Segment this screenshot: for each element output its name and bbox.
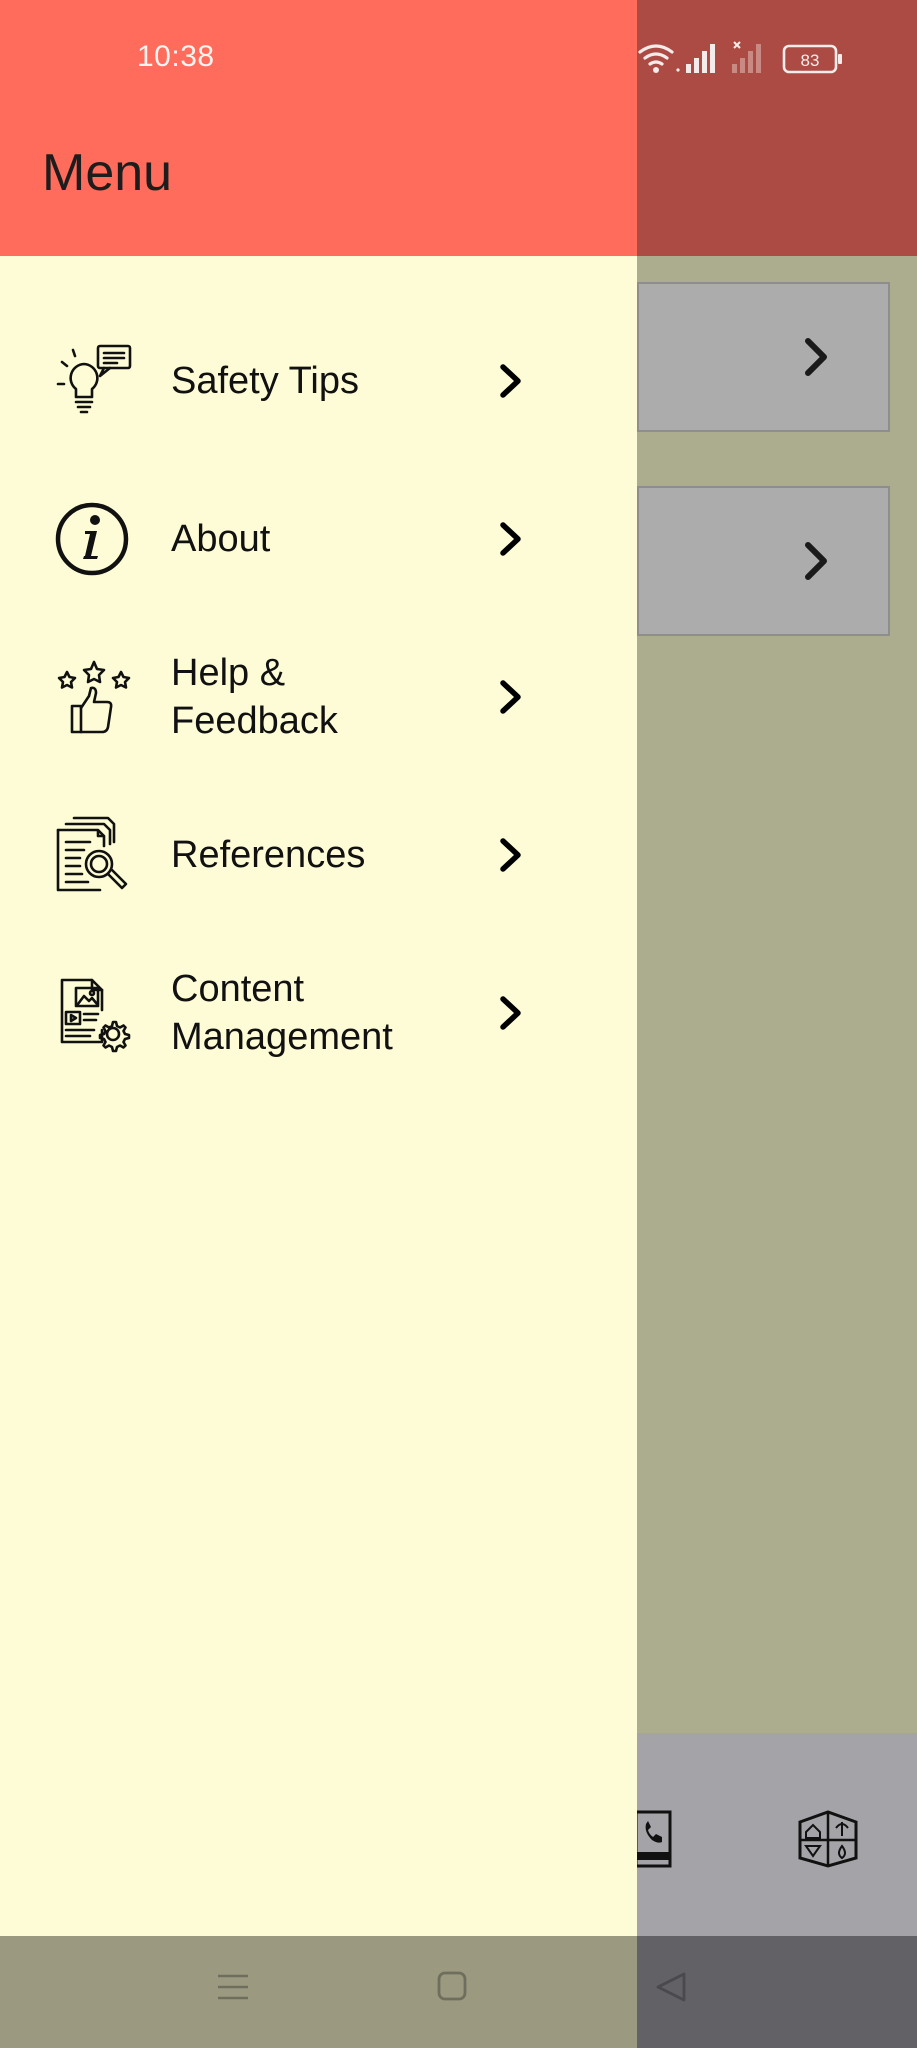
documents-search-icon	[56, 816, 128, 892]
contact-phone-icon	[634, 1810, 672, 1868]
chevron-right-icon	[500, 522, 521, 556]
menu-item-about[interactable]: About	[0, 474, 637, 604]
chevron-right-icon	[500, 680, 521, 714]
status-time: 10:38	[137, 40, 215, 73]
chevron-right-icon	[805, 338, 827, 376]
status-bar: 10:38 83	[0, 0, 917, 118]
chevron-right-icon	[500, 838, 521, 872]
menu-item-help-feedback[interactable]: Help & Feedback	[0, 632, 637, 762]
home-square-icon[interactable]	[436, 1970, 468, 2002]
menu-item-label: Content Management	[171, 968, 393, 1058]
battery-icon: 83	[782, 44, 842, 74]
chevron-right-icon	[805, 542, 827, 580]
drawer-title: Menu	[42, 144, 173, 202]
menu-item-safety-tips[interactable]: Safety Tips	[0, 316, 637, 446]
background-card-2	[637, 486, 890, 636]
menu-item-label: References	[171, 834, 366, 876]
lightbulb-idea-icon	[56, 344, 132, 414]
battery-level: 83	[801, 51, 820, 70]
status-icons: 83	[638, 41, 842, 74]
menu-item-label: About	[171, 518, 271, 560]
info-circle-icon	[55, 502, 129, 576]
hazard-grid-icon	[798, 1810, 858, 1868]
chevron-right-icon	[500, 364, 521, 398]
menu-icon[interactable]	[216, 1972, 250, 2002]
wifi-icon	[638, 44, 674, 66]
document-settings-icon	[60, 978, 131, 1053]
navigation-drawer: Menu Safety Tips About Help & Feedback R…	[0, 0, 637, 2048]
system-nav-bar	[0, 1936, 637, 2048]
chevron-right-icon	[500, 996, 521, 1030]
menu-item-content-management[interactable]: Content Management	[0, 948, 637, 1078]
signal-icon	[686, 44, 715, 73]
back-triangle-icon[interactable]	[654, 1970, 688, 2004]
background-card-1	[637, 282, 890, 432]
menu-item-label: Safety Tips	[171, 360, 359, 402]
signal-no-service-icon	[732, 41, 761, 73]
menu-item-references[interactable]: References	[0, 790, 637, 920]
menu-item-label: Help & Feedback	[171, 652, 338, 742]
thumbs-up-stars-icon	[57, 660, 131, 734]
